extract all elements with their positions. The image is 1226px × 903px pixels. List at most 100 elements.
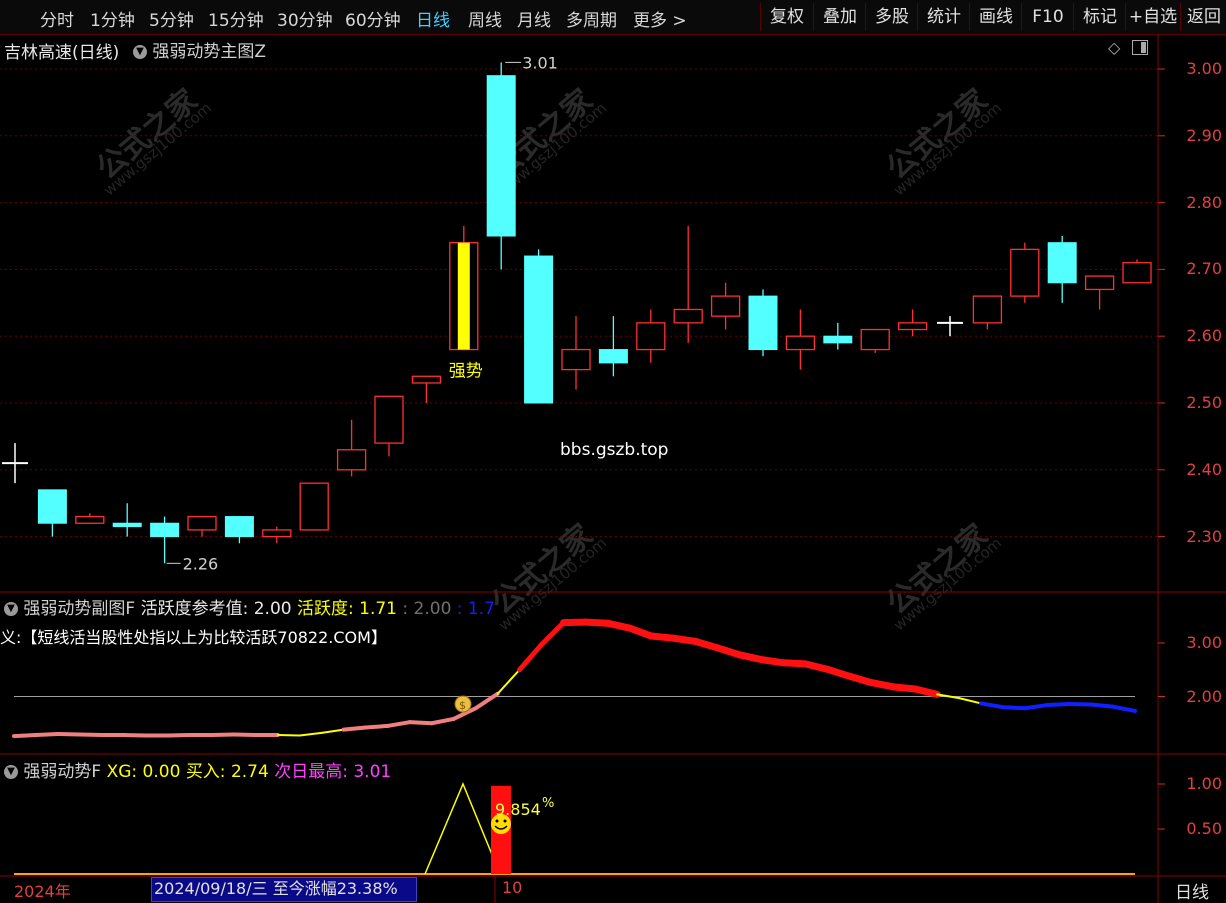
act-value: 1.71 <box>359 599 397 619</box>
activity-line-segment <box>1067 701 1094 707</box>
activity-line-segment <box>276 734 301 737</box>
activity-line-segment <box>407 720 434 726</box>
activity-line-segment <box>429 716 456 726</box>
candle-body <box>411 375 442 384</box>
candle-body <box>112 522 142 528</box>
candle-body <box>336 449 367 471</box>
activity-line-segment <box>1045 701 1072 708</box>
date-info: 2024/09/18/三 至今涨幅23.38% <box>151 877 417 902</box>
activity-line-segment <box>517 642 545 673</box>
candle-body <box>823 335 853 344</box>
act-label: 活跃度: <box>297 599 354 619</box>
extra-value-1: : 2.00 <box>402 599 452 619</box>
activity-line-segment <box>625 624 655 640</box>
money-bag-icon: $ <box>459 699 466 712</box>
year-label: 2024年 <box>14 882 71 901</box>
activity-line-segment <box>12 733 38 739</box>
low-label: 2.26 <box>183 554 219 573</box>
strong-label: 强势 <box>449 361 483 381</box>
activity-line-segment <box>298 731 323 737</box>
candle-body <box>524 255 554 404</box>
activity-tick-label: 2.00 <box>1186 686 1222 706</box>
bottom-chart-header: ▼ 强弱动势F XG: 0.00 买入: 2.74 次日最高: 3.01 <box>4 757 391 782</box>
smile-icon <box>495 819 499 823</box>
candle-body <box>860 328 890 351</box>
activity-line-segment <box>165 733 192 738</box>
candle-body <box>561 348 591 371</box>
signal-tick-label: 0.50 <box>1186 819 1222 838</box>
price-tick-label: 2.50 <box>1186 393 1222 412</box>
period-label[interactable]: 日线 <box>1175 878 1209 903</box>
extra-value-2: : 1.7 <box>456 599 495 619</box>
buy-label: 买入: <box>185 762 226 782</box>
sub-chart-header: ▼ 强弱动势副图F 活跃度参考值: 2.00 活跃度: 1.71 : 2.00 … <box>4 594 495 619</box>
bottom-indicator-name: 强弱动势F <box>23 762 102 782</box>
price-tick-label: 2.40 <box>1186 459 1222 479</box>
candle-body <box>262 529 292 538</box>
activity-line-segment <box>1023 703 1050 711</box>
smile-icon <box>503 819 507 823</box>
chevron-down-icon[interactable]: ▼ <box>4 765 18 779</box>
next-label: 次日最高: <box>274 762 348 782</box>
candle-body <box>299 482 329 531</box>
activity-line-segment <box>473 691 500 711</box>
xg-label: XG: <box>106 762 138 782</box>
price-tick-label: 2.80 <box>1186 192 1222 212</box>
candle-body <box>1047 242 1077 284</box>
price-tick-label: 2.30 <box>1186 526 1222 546</box>
buy-value: 2.74 <box>230 762 269 782</box>
candle-body <box>486 75 516 237</box>
chevron-down-icon[interactable]: ▼ <box>4 602 18 616</box>
candle-body <box>75 515 105 524</box>
meaning-text: 义:【短线活当股性处指以上为比较活跃70822.COM】 <box>0 628 387 647</box>
activity-line-segment <box>33 731 60 738</box>
activity-line-segment <box>231 732 258 738</box>
candle-body <box>37 489 67 524</box>
activity-line-segment <box>209 732 236 738</box>
candle-body <box>673 308 703 324</box>
activity-line-segment <box>121 733 148 738</box>
candle-body <box>636 322 666 351</box>
signal-triangle <box>424 782 501 875</box>
ref-value: 2.00 <box>253 599 292 619</box>
site-label: bbs.gszb.top <box>560 440 668 460</box>
price-tick-label: 3.00 <box>1186 59 1222 78</box>
xg-value: 0.00 <box>142 762 181 782</box>
pct-label: 9.854 <box>495 800 541 819</box>
activity-line-segment <box>539 620 567 648</box>
candle-body <box>224 516 254 538</box>
candle-body <box>1084 275 1115 291</box>
candle-body <box>748 295 778 351</box>
candle-body <box>187 515 217 531</box>
activity-line-segment <box>1111 704 1137 713</box>
activity-line-segment <box>77 732 104 738</box>
month-mark: 10 <box>502 878 523 897</box>
candle-body <box>374 395 404 444</box>
activity-line-segment <box>1001 705 1028 711</box>
activity-line-segment <box>363 723 390 730</box>
activity-line-segment <box>979 701 1006 710</box>
activity-line-segment <box>958 697 983 705</box>
activity-line-segment <box>385 720 412 728</box>
candle-body <box>150 522 180 538</box>
candle-body <box>710 295 741 317</box>
price-tick-label: 2.70 <box>1186 259 1222 279</box>
candle-body <box>1122 262 1152 284</box>
strong-bar <box>457 242 470 350</box>
sub-indicator-name: 强弱动势副图F <box>23 599 136 619</box>
price-tick-label: 2.60 <box>1186 326 1222 346</box>
activity-line-segment <box>341 725 368 732</box>
activity-line-segment <box>911 685 941 698</box>
activity-line-segment <box>496 668 521 695</box>
candle-body <box>785 335 816 351</box>
candle-body <box>1010 248 1040 297</box>
candle-body <box>897 322 928 331</box>
price-tick-label: 2.90 <box>1186 125 1222 145</box>
ref-label: 活跃度参考值: <box>140 599 249 619</box>
next-value: 3.01 <box>353 762 392 782</box>
signal-tick-label: 1.00 <box>1186 774 1222 793</box>
activity-line-segment <box>1089 702 1116 709</box>
activity-tick-label: 3.00 <box>1186 633 1222 652</box>
activity-line-segment <box>320 728 345 734</box>
candle-body <box>972 295 1003 324</box>
